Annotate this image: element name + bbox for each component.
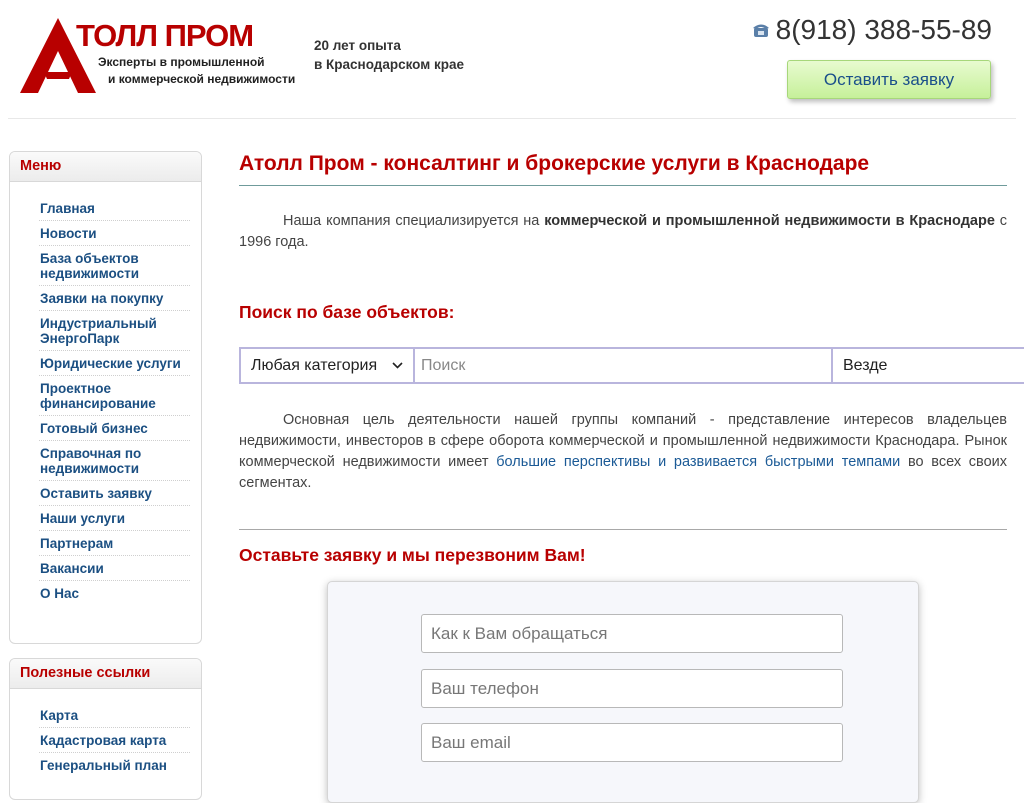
email-field-placeholder: Ваш email (431, 733, 511, 752)
sidebar-item-cadastral-map: Кадастровая карта (39, 728, 190, 753)
property-search-bar: Любая категория Поиск Везде (239, 347, 1024, 384)
callback-section-title: Оставьте заявку и мы перезвоним Вам! (239, 545, 586, 565)
category-select-value: Любая категория (251, 356, 378, 374)
header-divider (8, 118, 1016, 119)
email-field[interactable]: Ваш email (421, 723, 843, 762)
sidebar-item-project-finance: Проектное финансирование (39, 376, 190, 416)
experience-line-2: в Краснодарском крае (314, 57, 465, 72)
experience-note: 20 лет опыта в Краснодарском крае (314, 36, 464, 74)
logo-tagline-2: и коммерческой недвижимости (108, 72, 296, 86)
sidebar-link-partners[interactable]: Партнерам (40, 536, 190, 551)
logo-tagline-1: Эксперты в промышленной (98, 55, 265, 69)
sidebar-link-general-plan[interactable]: Генеральный план (40, 758, 190, 773)
site-logo[interactable]: ТОЛЛ ПРОМ Эксперты в промышленной и комм… (18, 18, 298, 96)
sidebar-link-cadastral-map[interactable]: Кадастровая карта (40, 733, 190, 748)
perspectives-link[interactable]: большие перспективы и развивается быстры… (496, 454, 900, 470)
header-phone[interactable]: 8(918) 388-55-89 (752, 14, 992, 46)
sidebar-item-news: Новости (39, 221, 190, 246)
sidebar-menu-title: Меню (10, 152, 201, 182)
purpose-paragraph: Основная цель деятельности нашей группы … (239, 410, 1007, 494)
search-scope-select[interactable]: Везде (833, 349, 1024, 382)
sidebar-link-home[interactable]: Главная (40, 201, 190, 216)
category-select[interactable]: Любая категория (241, 349, 415, 382)
sidebar-item-submit-request: Оставить заявку (39, 481, 190, 506)
search-input[interactable]: Поиск (415, 349, 833, 382)
sidebar-menu-list: Главная Новости База объектов недвижимос… (10, 182, 201, 605)
sidebar-item-real-estate-reference: Справочная по недвижимости (39, 441, 190, 481)
chevron-down-icon (392, 362, 403, 369)
name-field-placeholder: Как к Вам обращаться (431, 624, 608, 643)
sidebar-link-our-services[interactable]: Наши услуги (40, 511, 190, 526)
sidebar-item-legal-services: Юридические услуги (39, 351, 190, 376)
sidebar-item-our-services: Наши услуги (39, 506, 190, 531)
callback-form: Как к Вам обращаться Ваш телефон Ваш ema… (327, 581, 919, 803)
sidebar-item-purchase-requests: Заявки на покупку (39, 286, 190, 311)
submit-request-button[interactable]: Оставить заявку (787, 60, 991, 99)
phone-field-placeholder: Ваш телефон (431, 679, 539, 698)
sidebar-link-purchase-requests[interactable]: Заявки на покупку (40, 291, 190, 306)
content-divider (239, 529, 1007, 530)
name-field[interactable]: Как к Вам обращаться (421, 614, 843, 653)
sidebar-item-home: Главная (39, 196, 190, 221)
sidebar-link-about[interactable]: О Нас (40, 586, 190, 601)
phone-number: 8(918) 388-55-89 (775, 14, 992, 45)
logo-name: ТОЛЛ ПРОМ (76, 18, 254, 53)
sidebar-item-property-database: База объектов недвижимости (39, 246, 190, 286)
sidebar-item-about: О Нас (39, 581, 190, 605)
sidebar-link-project-finance[interactable]: Проектное финансирование (40, 381, 190, 411)
sidebar-link-real-estate-reference[interactable]: Справочная по недвижимости (40, 446, 190, 476)
search-scope-value: Везде (843, 356, 888, 374)
sidebar-item-partners: Партнерам (39, 531, 190, 556)
sidebar-item-ready-business: Готовый бизнес (39, 416, 190, 441)
phone-field[interactable]: Ваш телефон (421, 669, 843, 708)
sidebar-item-vacancies: Вакансии (39, 556, 190, 581)
sidebar-item-general-plan: Генеральный план (39, 753, 190, 777)
sidebar-link-property-database[interactable]: База объектов недвижимости (40, 251, 190, 281)
sidebar-link-ready-business[interactable]: Готовый бизнес (40, 421, 190, 436)
sidebar-link-submit-request[interactable]: Оставить заявку (40, 486, 190, 501)
sidebar-links-title: Полезные ссылки (10, 659, 201, 689)
search-section-title: Поиск по базе объектов: (239, 302, 455, 322)
intro-text-bold: коммерческой и промышленной недвижимости… (544, 213, 995, 229)
intro-paragraph: Наша компания специализируется на коммер… (239, 211, 1007, 253)
sidebar-menu: Меню Главная Новости База объектов недви… (9, 151, 202, 644)
sidebar-link-legal-services[interactable]: Юридические услуги (40, 356, 190, 371)
sidebar-item-energopark: Индустриальный ЭнергоПарк (39, 311, 190, 351)
sidebar-link-energopark[interactable]: Индустриальный ЭнергоПарк (40, 316, 190, 346)
phone-icon (752, 24, 769, 37)
sidebar-link-vacancies[interactable]: Вакансии (40, 561, 190, 576)
sidebar-useful-links: Полезные ссылки Карта Кадастровая карта … (9, 658, 202, 800)
intro-text-start: Наша компания специализируется на (283, 213, 545, 229)
search-input-placeholder: Поиск (421, 356, 466, 374)
sidebar-item-map: Карта (39, 703, 190, 728)
sidebar-link-map[interactable]: Карта (40, 708, 190, 723)
sidebar-links-list: Карта Кадастровая карта Генеральный план (10, 689, 201, 777)
sidebar-link-news[interactable]: Новости (40, 226, 190, 241)
experience-line-1: 20 лет опыта (314, 38, 401, 53)
page-title: Атолл Пром - консалтинг и брокерские усл… (239, 150, 1007, 186)
main-content: Атолл Пром - консалтинг и брокерские усл… (239, 150, 1024, 803)
